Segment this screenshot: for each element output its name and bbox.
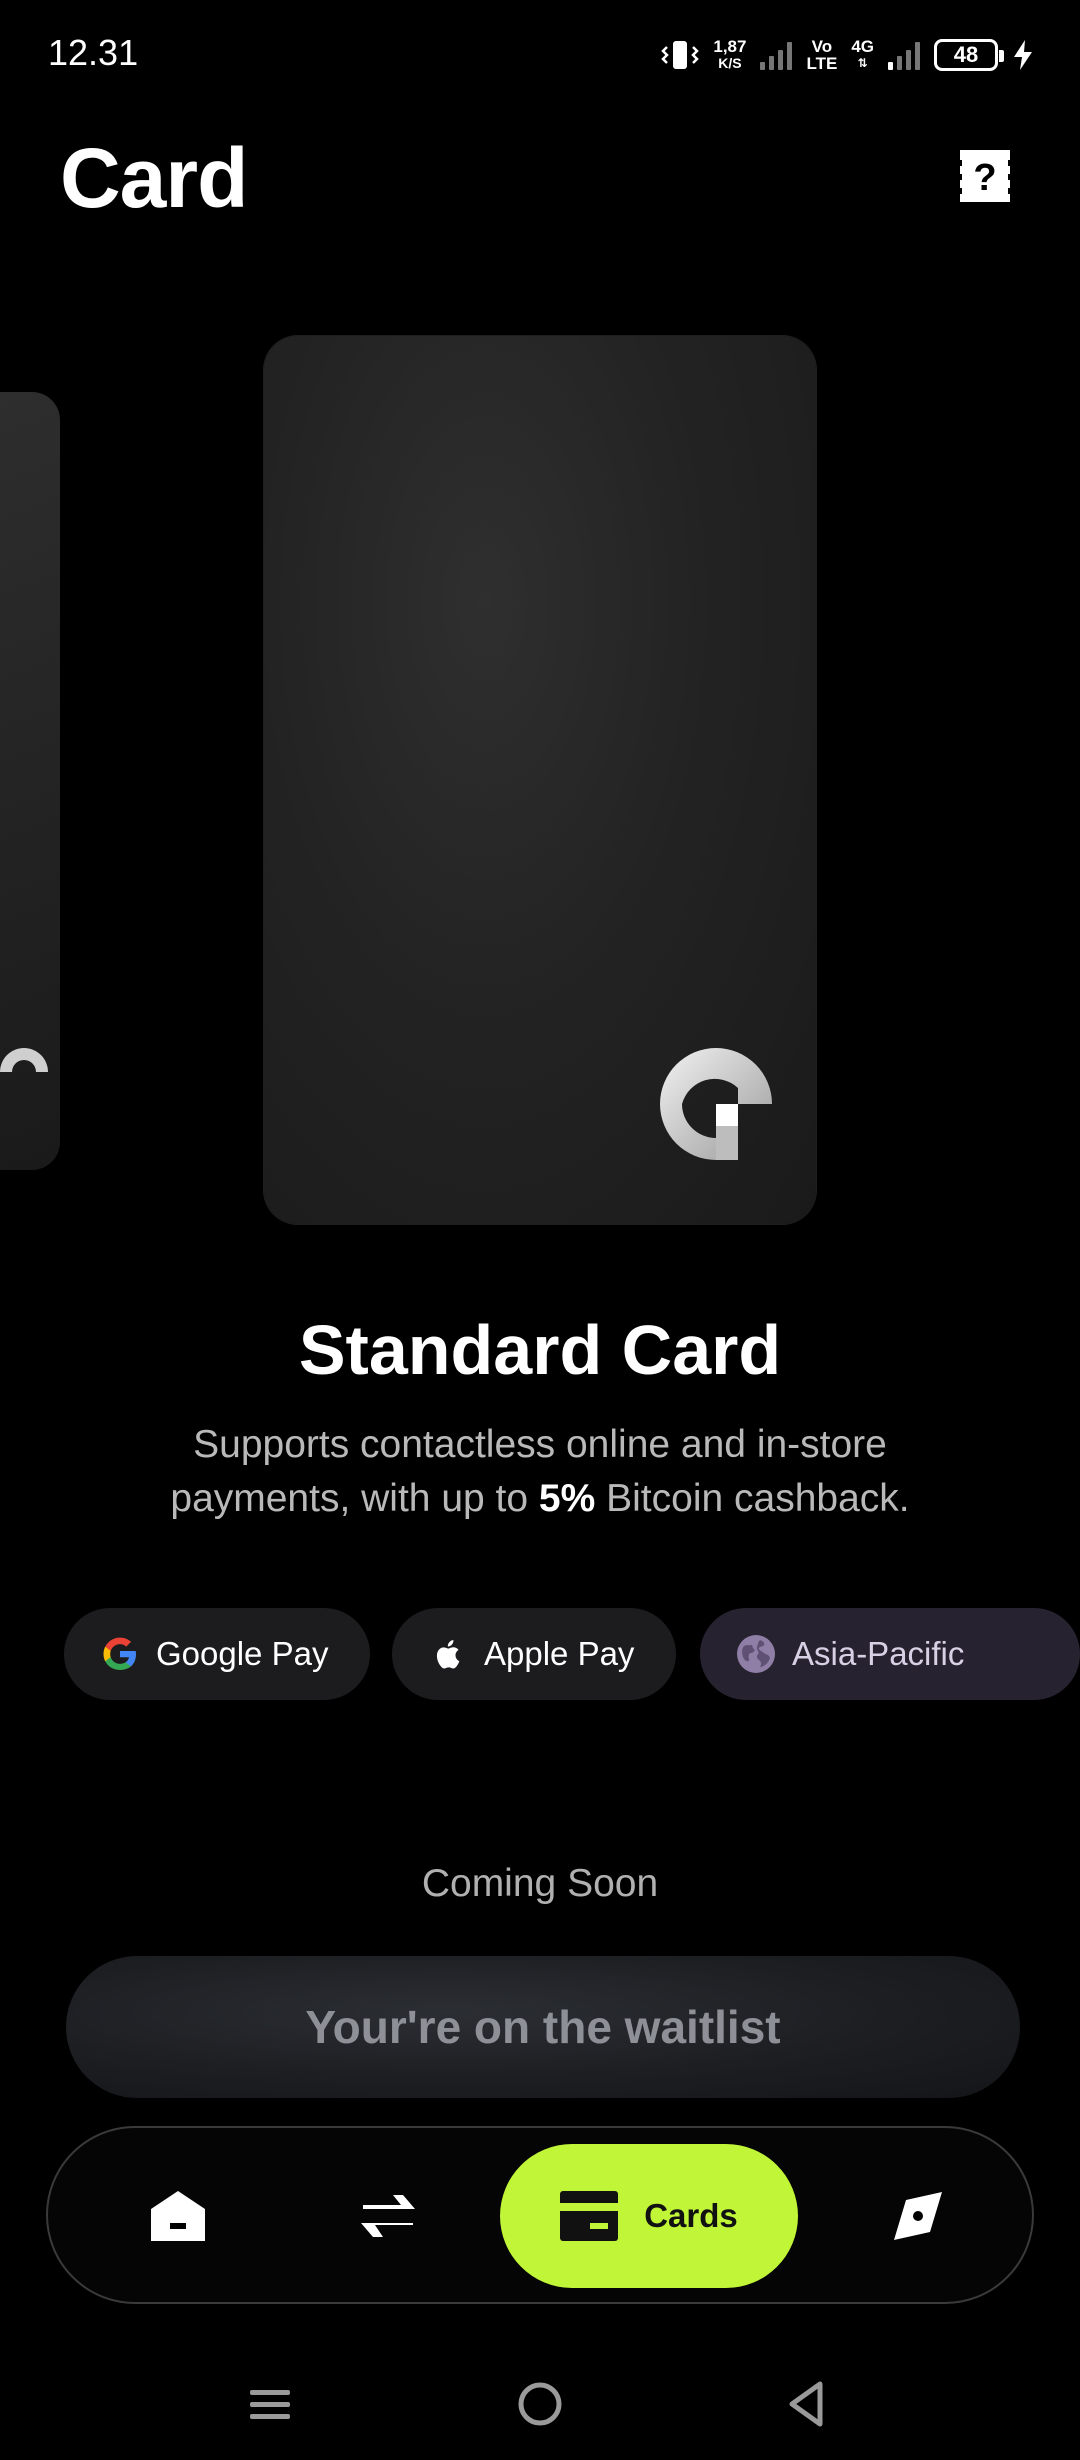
- google-icon: [103, 1637, 136, 1670]
- google-pay-chip[interactable]: Google Pay: [64, 1608, 370, 1700]
- card-description: Supports contactless online and in-store…: [120, 1418, 960, 1526]
- card-logo-icon: [0, 1048, 48, 1072]
- card-logo-icon: [660, 1048, 772, 1160]
- nav-transfer[interactable]: [318, 2144, 458, 2288]
- globe-icon: [737, 1635, 775, 1673]
- coming-soon-label: Coming Soon: [421, 1862, 659, 1905]
- status-time: 12.31: [48, 32, 139, 73]
- volte-bottom: LTE: [806, 54, 838, 73]
- signal-icon: [760, 40, 793, 70]
- menu-icon: [250, 2390, 290, 2419]
- standard-card-image[interactable]: [264, 336, 816, 1224]
- nav-home[interactable]: [108, 2144, 248, 2288]
- net-speed-value: 1,87: [713, 37, 747, 56]
- net-speed: 1,87 K/S: [713, 38, 746, 72]
- system-back-button[interactable]: [778, 2374, 838, 2434]
- system-nav: [0, 2350, 1080, 2460]
- apple-icon: [436, 1640, 460, 1669]
- waitlist-button[interactable]: Your're on the waitlist: [66, 1956, 1020, 2098]
- previous-card[interactable]: [0, 392, 60, 1170]
- region-label: Asia-Pacific: [792, 1635, 965, 1672]
- card-description-text-end: Bitcoin cashback.: [595, 1477, 910, 1520]
- svg-text:?: ?: [973, 157, 996, 199]
- net-speed-unit: K/S: [718, 55, 742, 71]
- signal-icon-2: [888, 40, 920, 70]
- status-icons: 1,87 K/S Vo LTE 4G ⇅ 48: [661, 30, 1034, 80]
- region-chip[interactable]: Asia-Pacific: [700, 1608, 1080, 1700]
- network-type-label: 4G: [851, 37, 874, 56]
- battery-level: 48: [953, 42, 979, 67]
- data-arrows-icon: ⇅: [857, 56, 868, 70]
- card-name: Standard Card: [298, 1311, 782, 1389]
- compass-icon: [894, 2192, 942, 2240]
- apple-pay-label: Apple Pay: [484, 1635, 635, 1672]
- charging-icon: [1014, 40, 1032, 70]
- system-menu-button[interactable]: [240, 2374, 300, 2434]
- back-icon: [789, 2381, 823, 2427]
- app-screen: 12.31 1,87 K/S Vo LTE 4G ⇅ 48 Card ? Sta…: [0, 0, 1080, 2460]
- page-title: Card: [60, 131, 248, 225]
- home-icon: [151, 2191, 205, 2241]
- status-bar: 12.31 1,87 K/S Vo LTE 4G ⇅ 48: [0, 0, 1080, 110]
- battery-indicator: 48: [934, 39, 1004, 71]
- transfer-icon: [361, 2195, 415, 2237]
- apple-pay-chip[interactable]: Apple Pay: [392, 1608, 676, 1700]
- card-icon: [560, 2191, 619, 2241]
- nav-cards[interactable]: Cards: [500, 2144, 798, 2288]
- help-button[interactable]: ?: [956, 146, 1014, 206]
- home-circle-icon: [518, 2382, 562, 2426]
- cashback-percent: 5%: [538, 1477, 596, 1520]
- google-pay-label: Google Pay: [156, 1635, 329, 1672]
- nav-cards-label: Cards: [644, 2197, 738, 2234]
- bottom-nav: Cards: [46, 2126, 1034, 2304]
- system-home-button[interactable]: [510, 2374, 570, 2434]
- volte-top: Vo: [811, 37, 833, 56]
- vibrate-icon: [661, 41, 700, 69]
- volte-indicator: Vo LTE: [806, 38, 837, 72]
- nav-explore[interactable]: [848, 2144, 988, 2288]
- network-type: 4G ⇅: [851, 38, 874, 72]
- help-icon: ?: [956, 150, 1014, 202]
